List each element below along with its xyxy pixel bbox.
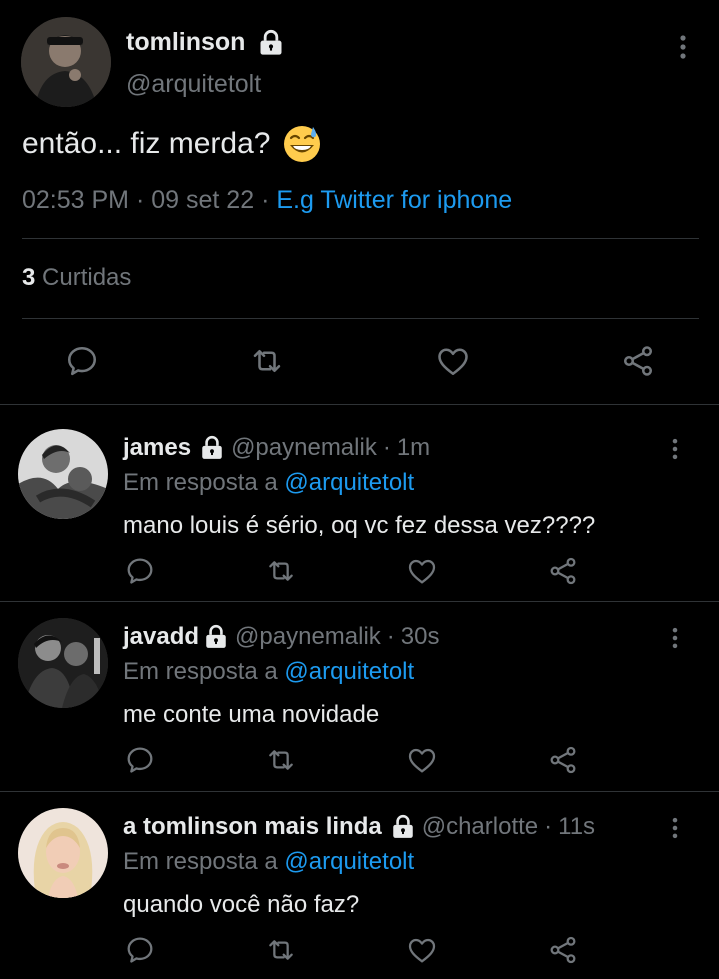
likes-number: 3 (22, 264, 36, 291)
share-icon[interactable] (547, 934, 579, 966)
meta-separator: · (544, 813, 553, 840)
reply-time: 30s (400, 623, 440, 650)
tweet-meta: 02:53 PM · 09 set 22 · E.g Twitter for i… (22, 186, 512, 215)
mention-link[interactable]: @arquitetolt (284, 848, 414, 875)
tweet-source-link[interactable]: E.g Twitter for iphone (276, 186, 512, 214)
in-reply-to: Em resposta a @arquitetolt (123, 658, 414, 686)
reply-icon[interactable] (124, 934, 156, 966)
in-reply-prefix: Em resposta a (123, 469, 278, 496)
sweat-smile-emoji-icon (282, 124, 322, 164)
meta-separator: · (386, 623, 395, 650)
lock-icon (257, 29, 285, 57)
in-reply-prefix: Em resposta a (123, 848, 278, 875)
mention-link[interactable]: @arquitetolt (284, 469, 414, 496)
reply-header: james @paynemalik · 1m (123, 434, 430, 462)
author-row: tomlinson (126, 28, 285, 57)
reply-tweet[interactable]: james @paynemalik · 1m Em resposta a @ar… (0, 405, 719, 595)
share-icon[interactable] (547, 744, 579, 776)
author-name[interactable]: tomlinson (126, 28, 245, 57)
reply-header: a tomlinson mais linda @charlotte · 11s (123, 813, 595, 841)
in-reply-to: Em resposta a @arquitetolt (123, 469, 414, 497)
reply-author-name[interactable]: a tomlinson mais linda (123, 813, 382, 841)
reply-author-name[interactable]: james (123, 434, 191, 462)
reply-author-handle[interactable]: @paynemalik (235, 623, 381, 651)
divider (22, 238, 699, 239)
divider (22, 318, 699, 319)
like-icon[interactable] (405, 744, 439, 776)
likes-count[interactable]: 3 Curtidas (22, 264, 131, 292)
meta-separator: · (382, 434, 391, 461)
reply-author-handle[interactable]: @paynemalik (231, 434, 377, 462)
reply-text: mano louis é sério, oq vc fez dessa vez?… (123, 512, 596, 539)
reply-text: me conte uma novidade (123, 701, 380, 728)
retweet-icon[interactable] (264, 555, 298, 587)
reply-author-handle[interactable]: @charlotte (422, 813, 538, 841)
tweet-text: então... fiz merda? (22, 124, 322, 164)
avatar[interactable] (18, 808, 108, 898)
more-icon[interactable] (668, 437, 682, 461)
retweet-icon[interactable] (248, 343, 286, 379)
reply-actions (0, 934, 719, 968)
lock-icon (199, 435, 225, 461)
avatar[interactable] (21, 17, 111, 107)
reply-icon[interactable] (124, 555, 156, 587)
share-icon[interactable] (620, 343, 656, 379)
avatar[interactable] (18, 618, 108, 708)
reply-text: quando você não faz? (123, 891, 360, 918)
likes-label: Curtidas (42, 264, 132, 291)
lock-icon (390, 814, 416, 840)
meta-separator: · (261, 186, 270, 214)
author-handle[interactable]: @arquitetolt (126, 70, 261, 99)
reply-tweet[interactable]: javadd @paynemalik · 30s Em resposta a @… (0, 594, 719, 784)
reply-author-name[interactable]: javadd (123, 623, 199, 651)
reply-time: 11s (558, 813, 596, 840)
more-icon[interactable] (668, 816, 682, 840)
reply-actions (0, 744, 719, 778)
reply-tweet[interactable]: a tomlinson mais linda @charlotte · 11s … (0, 784, 719, 974)
meta-separator: · (135, 186, 145, 214)
more-icon[interactable] (668, 626, 682, 650)
more-icon[interactable] (675, 34, 691, 60)
in-reply-prefix: Em resposta a (123, 658, 278, 685)
reply-icon[interactable] (64, 343, 100, 379)
tweet-time: 02:53 PM (22, 186, 130, 214)
retweet-icon[interactable] (264, 744, 298, 776)
reply-actions (0, 555, 719, 589)
reply-icon[interactable] (124, 744, 156, 776)
reply-time: 1m (396, 434, 431, 461)
like-icon[interactable] (405, 934, 439, 966)
like-icon[interactable] (405, 555, 439, 587)
like-icon[interactable] (434, 343, 472, 379)
tweet-body: então... fiz merda? (22, 127, 271, 160)
tweet-date: 09 set 22 (151, 186, 255, 214)
avatar[interactable] (18, 429, 108, 519)
mention-link[interactable]: @arquitetolt (284, 658, 414, 685)
lock-icon (203, 624, 229, 650)
tweet-actions (0, 343, 719, 383)
share-icon[interactable] (547, 555, 579, 587)
tweet-thread-page: tomlinson @arquitetolt então... fiz merd… (0, 0, 719, 979)
in-reply-to: Em resposta a @arquitetolt (123, 848, 414, 876)
retweet-icon[interactable] (264, 934, 298, 966)
reply-header: javadd @paynemalik · 30s (123, 623, 440, 651)
